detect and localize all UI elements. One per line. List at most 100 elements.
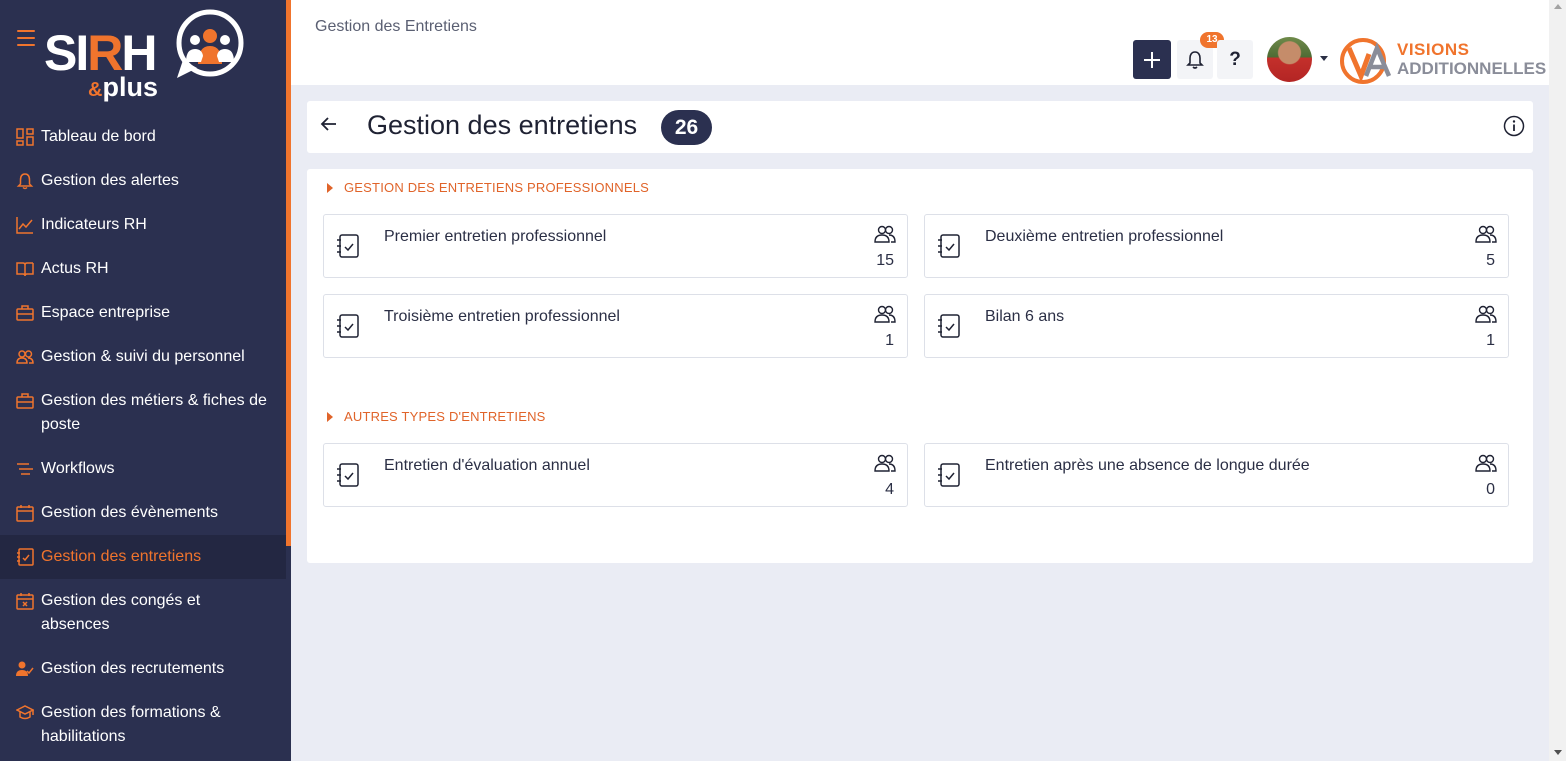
page-title: Gestion des entretiens bbox=[367, 110, 638, 140]
sidebar-item-tableau-de-bord[interactable]: Tableau de bord bbox=[0, 115, 286, 159]
tile-label: Bilan 6 ans bbox=[985, 308, 1065, 325]
partner-logo: VISIONS ADDITIONNELLES bbox=[1339, 34, 1546, 88]
sidebar-item-indicateurs[interactable]: Indicateurs RH bbox=[0, 203, 286, 247]
section-title-text: GESTION DES ENTRETIENS PROFESSIONNELS bbox=[344, 180, 650, 195]
sidebar-item-espace-entreprise[interactable]: Espace entreprise bbox=[0, 291, 286, 335]
sidebar-item-label: Espace entreprise bbox=[41, 304, 170, 321]
interview-type-tile[interactable]: Troisième entretien professionnel 1 bbox=[323, 294, 908, 358]
tile-count: 5 bbox=[1486, 252, 1495, 269]
user-check-icon bbox=[16, 661, 34, 676]
total-count-badge: 26 bbox=[661, 110, 712, 145]
people-icon bbox=[874, 225, 896, 243]
sidebar: SIRH &plus Tableau de bord Gestion des a… bbox=[0, 0, 286, 761]
page-scrollbar[interactable] bbox=[1549, 0, 1566, 761]
dashboard-icon bbox=[16, 128, 34, 146]
people-icon bbox=[874, 305, 896, 323]
sidebar-item-metiers[interactable]: Gestion des métiers & fiches de poste bbox=[0, 379, 286, 447]
people-icon bbox=[1475, 454, 1497, 472]
sidebar-item-label: Actus RH bbox=[41, 260, 109, 277]
chevron-down-icon[interactable] bbox=[1320, 56, 1328, 61]
tile-label: Entretien d'évaluation annuel bbox=[384, 457, 590, 474]
sidebar-item-label: Gestion des congés et absences bbox=[41, 592, 201, 633]
sidebar-nav: Tableau de bord Gestion des alertes Indi… bbox=[0, 115, 286, 759]
tile-count: 15 bbox=[876, 252, 894, 269]
sidebar-item-label: Gestion des entretiens bbox=[41, 548, 202, 565]
sidebar-item-label: Gestion des alertes bbox=[41, 172, 179, 189]
sidebar-scroll-track bbox=[286, 546, 291, 761]
sidebar-item-label: Gestion des évènements bbox=[41, 504, 218, 521]
partner-logo-line1: VISIONS bbox=[1397, 40, 1470, 59]
caret-right-icon bbox=[327, 411, 333, 422]
tile-count: 0 bbox=[1486, 481, 1495, 498]
sidebar-item-label: Tableau de bord bbox=[41, 128, 156, 145]
breadcrumb: Gestion des Entretiens bbox=[315, 18, 477, 35]
book-open-icon bbox=[16, 262, 34, 277]
menu-toggle-icon[interactable] bbox=[17, 30, 35, 46]
tile-label: Deuxième entretien professionnel bbox=[985, 228, 1224, 245]
checklist-icon bbox=[337, 463, 359, 487]
sidebar-item-label: Workflows bbox=[41, 460, 115, 477]
caret-right-icon bbox=[327, 182, 333, 193]
sidebar-item-entretiens[interactable]: Gestion des entretiens bbox=[0, 535, 286, 579]
sidebar-item-label: Gestion des métiers & fiches de poste bbox=[41, 392, 267, 433]
checklist-icon bbox=[337, 234, 359, 258]
tile-count: 1 bbox=[885, 332, 894, 349]
sidebar-item-personnel[interactable]: Gestion & suivi du personnel bbox=[0, 335, 286, 379]
line-chart-icon bbox=[16, 217, 33, 234]
calendar-icon bbox=[16, 505, 34, 522]
tile-label: Entretien après une absence de longue du… bbox=[985, 457, 1310, 474]
app-logo[interactable]: SIRH &plus bbox=[42, 8, 252, 104]
interview-type-tile[interactable]: Deuxième entretien professionnel 5 bbox=[924, 214, 1509, 278]
people-icon bbox=[1475, 305, 1497, 323]
sidebar-item-workflows[interactable]: Workflows bbox=[0, 447, 286, 491]
logo-subword: &plus bbox=[88, 72, 158, 102]
sidebar-item-alertes[interactable]: Gestion des alertes bbox=[0, 159, 286, 203]
page-header: Gestion des entretiens 26 bbox=[307, 101, 1533, 153]
sidebar-item-actus[interactable]: Actus RH bbox=[0, 247, 286, 291]
checklist-icon bbox=[17, 548, 34, 566]
sidebar-item-recrutements[interactable]: Gestion des recrutements bbox=[0, 647, 286, 691]
interview-type-tile[interactable]: Premier entretien professionnel 15 bbox=[323, 214, 908, 278]
calendar-x-icon bbox=[16, 593, 34, 610]
sidebar-item-label: Gestion des formations & habilitations bbox=[41, 704, 221, 745]
sidebar-item-evenements[interactable]: Gestion des évènements bbox=[0, 491, 286, 535]
people-icon bbox=[1475, 225, 1497, 243]
va-logo-icon bbox=[1340, 38, 1392, 84]
chat-bubble-people-icon bbox=[176, 9, 244, 78]
topbar: Gestion des Entretiens 13 ? VISIONS ADDI… bbox=[291, 0, 1549, 85]
bell-icon bbox=[16, 173, 34, 190]
user-avatar[interactable] bbox=[1267, 37, 1312, 82]
info-icon[interactable] bbox=[1503, 115, 1525, 137]
briefcase-icon bbox=[16, 393, 34, 409]
partner-logo-line2: ADDITIONNELLES bbox=[1397, 59, 1547, 78]
help-button[interactable]: ? bbox=[1217, 40, 1253, 79]
interview-type-tile[interactable]: Entretien après une absence de longue du… bbox=[924, 443, 1509, 507]
sidebar-item-label: Gestion & suivi du personnel bbox=[41, 348, 245, 365]
checklist-icon bbox=[938, 314, 960, 338]
briefcase-icon bbox=[16, 305, 34, 321]
scroll-up-icon[interactable] bbox=[1554, 4, 1562, 9]
section-title-professionnels[interactable]: GESTION DES ENTRETIENS PROFESSIONNELS bbox=[327, 180, 649, 195]
back-arrow-icon[interactable] bbox=[319, 114, 339, 134]
workflow-icon bbox=[17, 463, 33, 475]
content-panel: GESTION DES ENTRETIENS PROFESSIONNELS Pr… bbox=[307, 169, 1533, 563]
tile-label: Premier entretien professionnel bbox=[384, 228, 607, 245]
plus-icon bbox=[1144, 51, 1160, 68]
checklist-icon bbox=[938, 463, 960, 487]
section-title-autres[interactable]: AUTRES TYPES D'ENTRETIENS bbox=[327, 409, 546, 424]
scroll-down-icon[interactable] bbox=[1554, 750, 1562, 755]
tile-count: 1 bbox=[1486, 332, 1495, 349]
tile-label: Troisième entretien professionnel bbox=[384, 308, 620, 325]
tile-count: 4 bbox=[885, 481, 894, 498]
sidebar-item-formations[interactable]: Gestion des formations & habilitations bbox=[0, 691, 286, 759]
people-icon bbox=[874, 454, 896, 472]
interview-type-tile[interactable]: Bilan 6 ans 1 bbox=[924, 294, 1509, 358]
add-button[interactable] bbox=[1133, 40, 1171, 79]
interview-type-tile[interactable]: Entretien d'évaluation annuel 4 bbox=[323, 443, 908, 507]
section-title-text: AUTRES TYPES D'ENTRETIENS bbox=[344, 409, 546, 424]
graduation-cap-icon bbox=[16, 705, 34, 720]
bell-icon bbox=[1186, 50, 1204, 69]
sidebar-item-label: Indicateurs RH bbox=[41, 216, 147, 233]
people-icon bbox=[16, 350, 34, 364]
sidebar-item-conges[interactable]: Gestion des congés et absences bbox=[0, 579, 286, 647]
